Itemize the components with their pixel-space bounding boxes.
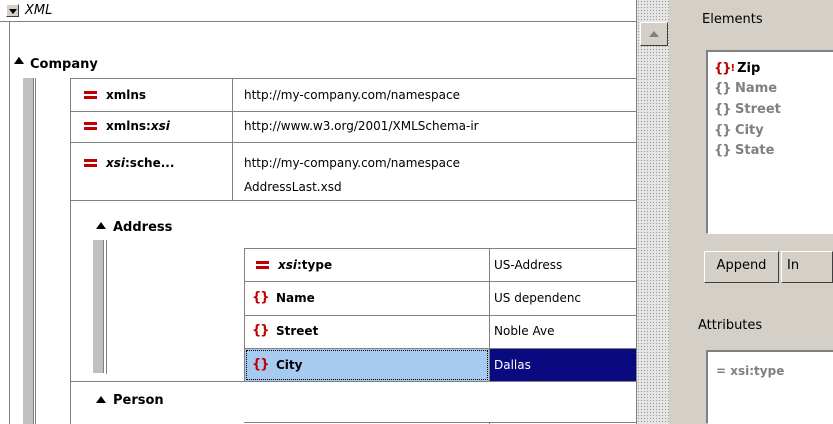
collapse-toggle-icon[interactable] xyxy=(6,4,19,17)
attribute-icon xyxy=(84,90,97,100)
item-label: City xyxy=(735,123,764,138)
scroll-up-arrow-icon[interactable] xyxy=(640,22,668,46)
item-label: Name xyxy=(735,81,778,96)
attr-value-xmlns[interactable]: http://my-company.com/namespace xyxy=(244,86,460,104)
attributes-panel-title: Attributes xyxy=(698,318,763,333)
attr-localname: :sche... xyxy=(125,156,175,170)
attributes-list-item[interactable]: = xsi:type xyxy=(716,362,784,380)
address-element-label[interactable]: Address xyxy=(113,219,172,237)
insert-button[interactable]: In xyxy=(781,251,833,283)
attr-value-xmlns-xsi[interactable]: http://www.w3.org/2001/XMLSchema-ir xyxy=(244,117,479,135)
attr-name-xsi-schemalocation[interactable]: xsi:sche... xyxy=(106,154,174,172)
attributes-list[interactable]: = xsi:type xyxy=(706,350,833,424)
item-label: xsi:type xyxy=(730,364,785,378)
attribute-icon xyxy=(84,121,97,131)
elements-list-item[interactable]: {} State xyxy=(714,142,774,160)
root-title: XML xyxy=(25,3,53,18)
element-name-street[interactable]: Street xyxy=(276,322,318,340)
attribute-icon: = xyxy=(716,364,727,378)
attr-value-xsi-type[interactable]: US-Address xyxy=(494,256,562,274)
company-collapse-bar[interactable] xyxy=(22,78,34,424)
element-icon: {} xyxy=(252,323,269,338)
elements-list[interactable]: {}! Zip {} Name {} Street {} City {} Stat… xyxy=(706,50,833,234)
attribute-icon xyxy=(84,158,97,168)
attr-localname: xsi xyxy=(150,119,170,133)
elements-list-item[interactable]: {} Name xyxy=(714,80,777,98)
element-icon: {} xyxy=(714,81,731,96)
person-collapse-icon[interactable] xyxy=(96,396,106,403)
element-value-name[interactable]: US dependenc xyxy=(494,289,581,307)
element-icon: {} xyxy=(714,102,731,117)
attr-name-xsi-type[interactable]: xsi:type xyxy=(278,256,332,274)
elements-list-item[interactable]: {}! Zip xyxy=(714,60,760,78)
element-value-street[interactable]: Noble Ave xyxy=(494,322,554,340)
elements-panel-title: Elements xyxy=(702,12,763,27)
item-label: Zip xyxy=(737,61,761,76)
attr-localname: :type xyxy=(297,258,333,272)
elements-list-item[interactable]: {} Street xyxy=(714,101,781,119)
element-name-name[interactable]: Name xyxy=(276,289,315,307)
element-value-city[interactable]: Dallas xyxy=(494,356,531,374)
required-element-icon: {} xyxy=(714,61,731,76)
attr-prefix: xsi xyxy=(106,156,125,170)
element-icon: {} xyxy=(714,143,731,158)
xml-grid-view: XML Company xmlns http://my-company.com/… xyxy=(0,0,669,424)
elements-list-item[interactable]: {} City xyxy=(714,122,764,140)
element-icon: {} xyxy=(252,290,269,305)
element-icon: {} xyxy=(714,123,731,138)
item-label: State xyxy=(735,143,775,158)
item-label: Street xyxy=(735,102,781,117)
attribute-icon xyxy=(256,260,269,270)
append-button[interactable]: Append xyxy=(704,251,779,283)
element-icon: {} xyxy=(252,357,269,372)
entry-helpers-pane: Elements {}! Zip {} Name {} Street {} Cit… xyxy=(680,0,833,424)
attr-prefix: xsi xyxy=(278,258,297,272)
element-name-city[interactable]: City xyxy=(276,356,302,374)
xml-root-header: XML xyxy=(0,0,636,22)
attr-value-schemalocation-line2[interactable]: AddressLast.xsd xyxy=(244,178,342,196)
person-element-label[interactable]: Person xyxy=(113,392,164,410)
attr-name-xmlns[interactable]: xmlns xyxy=(106,86,146,104)
required-mark-icon: ! xyxy=(730,63,736,74)
vertical-scrollbar[interactable] xyxy=(636,0,669,424)
attr-value-schemalocation-line1[interactable]: http://my-company.com/namespace xyxy=(244,154,460,172)
attr-name-xmlns-xsi[interactable]: xmlns:xsi xyxy=(106,117,170,135)
attr-prefix: xmlns: xyxy=(106,119,151,133)
company-element-label[interactable]: Company xyxy=(30,56,98,74)
address-collapse-icon[interactable] xyxy=(96,222,106,229)
address-collapse-bar[interactable] xyxy=(92,240,104,373)
